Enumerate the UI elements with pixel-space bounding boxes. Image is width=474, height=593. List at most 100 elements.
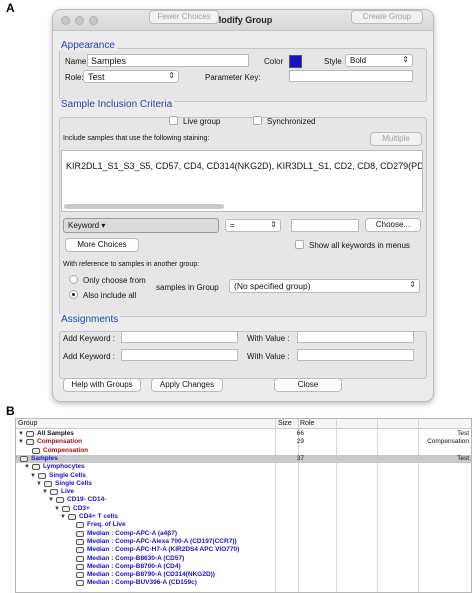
disclosure-triangle-icon[interactable]: ▼	[18, 430, 24, 438]
chevron-updown-icon: ⇕	[402, 55, 409, 64]
table-row[interactable]: Freq. of Live	[16, 521, 471, 529]
group-select-value: (No specified group)	[234, 281, 311, 291]
also-include-label: Also include all	[83, 291, 137, 300]
staining-list[interactable]: KIR2DL1_S1_S3_S5, CD57, CD4, CD314(NKG2D…	[61, 150, 423, 212]
disclosure-triangle-icon[interactable]: ▼	[60, 513, 66, 521]
color-swatch[interactable]	[289, 55, 302, 68]
with-value-field-1[interactable]	[297, 331, 414, 343]
row-name: Compensation	[37, 438, 83, 446]
table-row[interactable]: Median : Comp-APC-A (a4β7)	[16, 530, 471, 538]
row-role: Compensation	[427, 438, 469, 446]
table-row[interactable]: Median : Comp-B8630-A (CD57)	[16, 555, 471, 563]
name-label: Name	[65, 57, 87, 66]
fewer-choices-button[interactable]: Fewer Choices	[149, 10, 219, 24]
help-with-groups-button[interactable]: Help with Groups	[63, 378, 141, 392]
only-choose-radio[interactable]	[69, 275, 78, 284]
row-name: Lymphocytes	[43, 463, 85, 471]
operator-select[interactable]: = ⇕	[225, 219, 281, 232]
assignments-title: Assignments	[59, 314, 121, 325]
modify-group-dialog: Modify Group Appearance Name Samples Col…	[52, 9, 434, 402]
row-size: 29	[296, 438, 304, 446]
group-icon	[26, 439, 34, 446]
style-value: Bold	[350, 56, 367, 65]
row-name: Compensation	[43, 446, 89, 454]
apply-changes-button[interactable]: Apply Changes	[151, 378, 223, 392]
only-choose-label: Only choose from	[83, 276, 146, 285]
disclosure-triangle-icon[interactable]: ▼	[16, 455, 18, 463]
table-row[interactable]: Median : Comp-APC-Alexa 700-A (CD197(CCR…	[16, 538, 471, 546]
chevron-updown-icon: ⇕	[409, 280, 416, 289]
multiple-button[interactable]: Multiple	[370, 132, 422, 146]
with-value-field-2[interactable]	[297, 349, 414, 361]
live-group-label: Live group	[183, 117, 221, 126]
group-icon	[68, 514, 76, 520]
size-column-header[interactable]: Size	[278, 420, 292, 427]
choose-button[interactable]: Choose...	[365, 218, 421, 232]
group-icon	[76, 547, 84, 554]
group-select[interactable]: (No specified group) ⇕	[229, 279, 420, 293]
row-name: Freq. of Live	[87, 521, 126, 529]
style-label: Style	[324, 57, 342, 66]
table-row[interactable]: ▼ CD3+	[16, 505, 471, 513]
horizontal-scrollbar[interactable]	[64, 204, 224, 209]
table-row[interactable]: ▼ CD19- CD14-	[16, 496, 471, 504]
row-name: CD4+ T cells	[79, 513, 118, 520]
row-name: Median : Comp-APC-Alexa 700-A (CD197(CCR…	[87, 537, 237, 545]
close-button[interactable]: Close	[274, 378, 342, 392]
group-icon	[76, 563, 84, 570]
table-row[interactable]: Median : Comp-B8700-A (CD4)	[16, 563, 471, 571]
samples-in-group-label: samples in Group	[156, 283, 219, 292]
with-value-label-1: With Value :	[247, 334, 290, 343]
disclosure-triangle-icon[interactable]: ▼	[48, 496, 54, 504]
table-row[interactable]: Median : Comp-B8790-A (CD314(NKG2D))	[16, 571, 471, 579]
role-label: Role:	[65, 73, 84, 82]
row-name: Median : Comp-B8700-A (CD4)	[87, 562, 181, 570]
table-row[interactable]: ▼ CD4+ T cells	[16, 513, 471, 521]
disclosure-triangle-icon[interactable]: ▼	[36, 480, 42, 488]
disclosure-triangle-icon[interactable]: ▼	[42, 488, 48, 496]
more-choices-button[interactable]: More Choices	[65, 238, 139, 252]
row-name: Median : Comp-BUV396-A (CD159c)	[87, 579, 197, 587]
name-field[interactable]: Samples	[87, 54, 249, 67]
disclosure-triangle-icon[interactable]: ▼	[24, 463, 30, 471]
table-row[interactable]: Median : Comp-APC-H7-A (KIR2DS4 APC VIO7…	[16, 546, 471, 554]
style-select[interactable]: Bold ⇕	[345, 54, 413, 67]
group-icon	[44, 480, 52, 487]
appearance-title: Appearance	[59, 40, 117, 51]
row-name: CD19- CD14-	[67, 496, 107, 504]
disclosure-triangle-icon[interactable]: ▼	[18, 438, 24, 446]
keyword-value-field[interactable]	[291, 219, 359, 232]
role-select[interactable]: Test ⇕	[83, 70, 179, 83]
table-row[interactable]: Compensation	[16, 447, 471, 455]
table-header: Group Size Role	[16, 419, 471, 429]
table-row[interactable]: ▼ Live	[16, 488, 471, 496]
also-include-radio[interactable]	[69, 290, 78, 299]
parameter-key-field[interactable]	[289, 70, 413, 82]
add-keyword-field-1[interactable]	[121, 331, 238, 343]
disclosure-triangle-icon[interactable]: ▼	[30, 472, 36, 480]
table-row[interactable]: ▼ All Samples 66 Test	[16, 430, 471, 438]
role-column-header[interactable]: Role	[300, 420, 314, 427]
add-keyword-field-2[interactable]	[121, 349, 238, 361]
table-row[interactable]: ▼ Single Cells	[16, 472, 471, 480]
row-name: Median : Comp-APC-H7-A (KIR2DS4 APC VIO7…	[87, 546, 240, 554]
row-name: All Samples	[37, 430, 74, 437]
group-column-header[interactable]: Group	[18, 420, 37, 427]
table-row[interactable]: ▼ Compensation 29 Compensation	[16, 438, 471, 446]
table-row[interactable]: ▼ Samples 37 Test	[16, 454, 471, 463]
live-group-checkbox[interactable]	[169, 116, 178, 125]
show-all-keywords-checkbox[interactable]	[295, 240, 304, 249]
group-icon	[76, 530, 84, 537]
group-icon	[56, 497, 64, 504]
operator-value: =	[230, 221, 235, 230]
keyword-select[interactable]: Keyword ▾	[63, 218, 219, 233]
add-keyword-label-2: Add Keyword :	[63, 352, 116, 361]
staining-label: Include samples that use the following s…	[63, 135, 210, 142]
synchronized-checkbox[interactable]	[253, 116, 262, 125]
group-icon	[76, 522, 84, 529]
table-row[interactable]: ▼ Single Cells	[16, 480, 471, 488]
table-row[interactable]: ▼ Lymphocytes	[16, 463, 471, 471]
disclosure-triangle-icon[interactable]: ▼	[54, 505, 60, 513]
create-group-button[interactable]: Create Group	[351, 10, 423, 24]
table-row[interactable]: Median : Comp-BUV396-A (CD159c)	[16, 579, 471, 587]
